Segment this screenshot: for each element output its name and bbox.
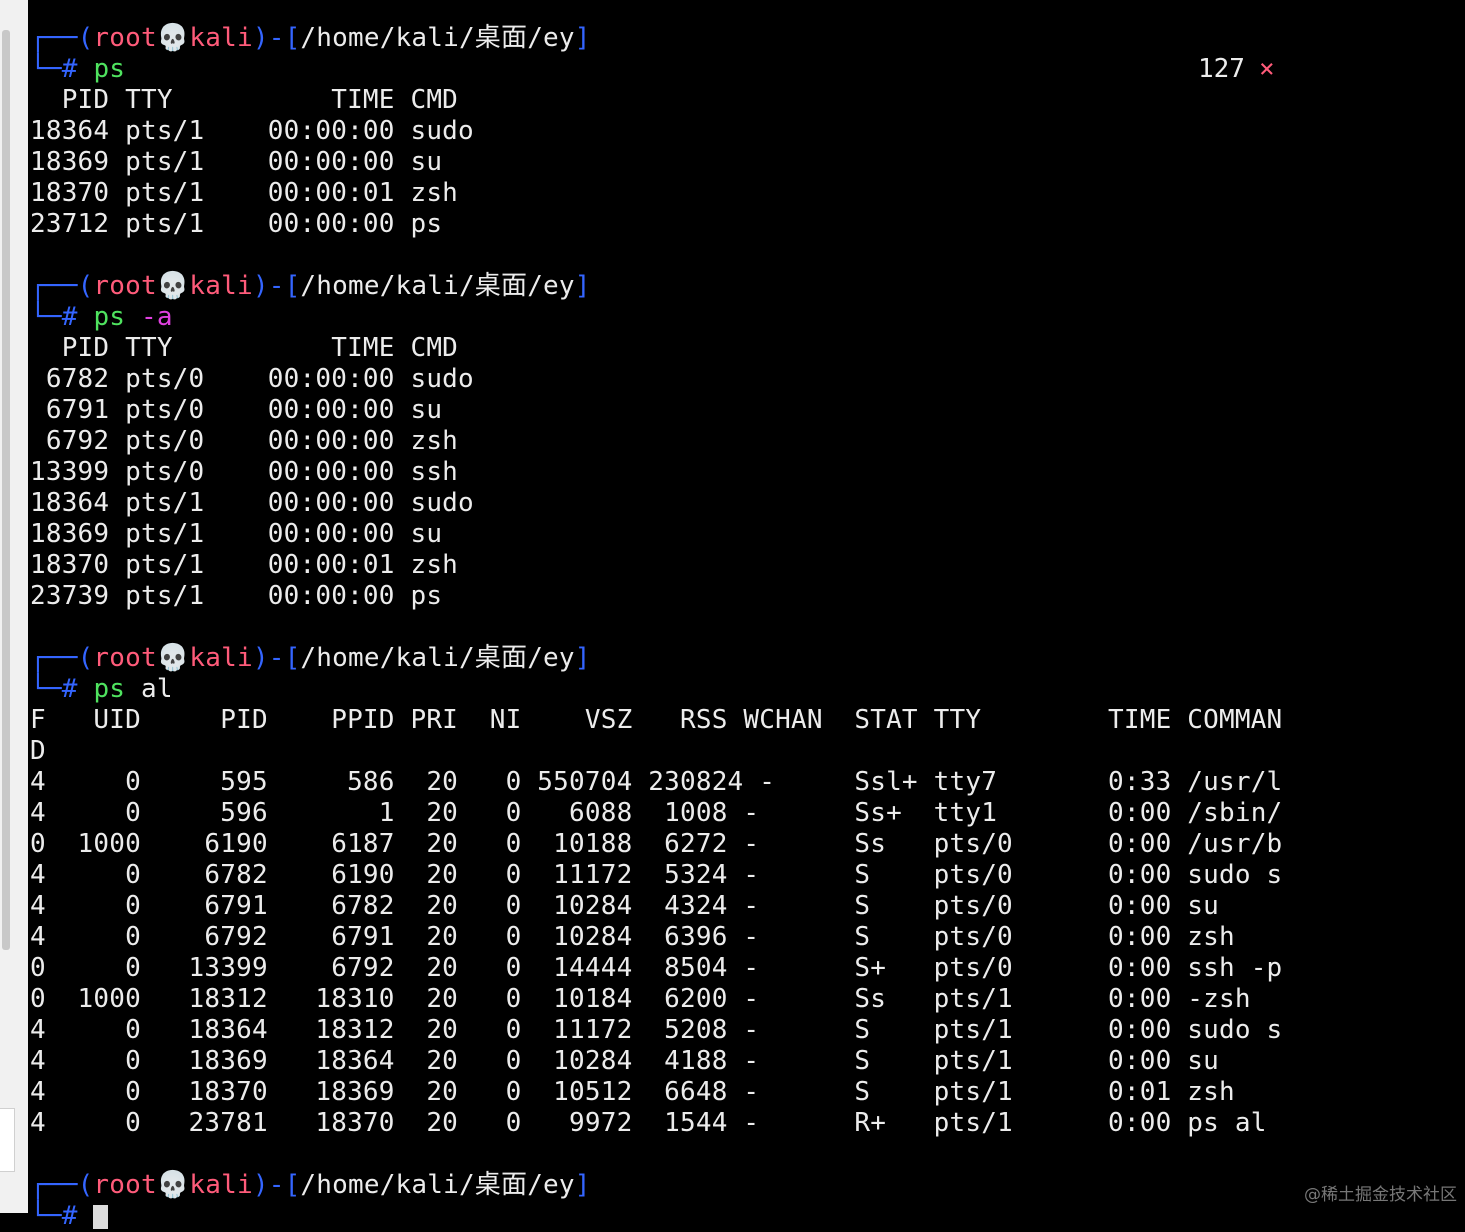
output-row: 4 0 18369 18364 20 0 10284 4188 - S pts/…	[30, 1046, 1219, 1076]
output-row: 18369 pts/1 00:00:00 su	[30, 147, 443, 177]
output-row: 23712 pts/1 00:00:00 ps	[30, 209, 443, 239]
left-scroll-area	[0, 0, 28, 1213]
output-row: 6782 pts/0 00:00:00 sudo	[30, 364, 474, 394]
output-row: 13399 pts/0 00:00:00 ssh	[30, 457, 459, 487]
prompt-paren: )	[252, 23, 269, 53]
output-row: D	[30, 736, 46, 766]
prompt-header: ┌──(root💀kali)-[/home/kali/桌面/ey]	[30, 23, 591, 54]
output-row: 4 0 595 586 20 0 550704 230824 - Ssl+ tt…	[30, 767, 1283, 797]
output-row: 18370 pts/1 00:00:01 zsh	[30, 178, 459, 208]
prompt-path: /home/kali/桌面/ey	[300, 1170, 575, 1200]
prompt-paren: (	[77, 271, 94, 301]
prompt-host: kali	[189, 271, 253, 301]
prompt-host: kali	[189, 643, 253, 673]
prompt-dash: -	[268, 23, 285, 53]
command-arg: al	[141, 674, 173, 704]
prompt-header: ┌──(root💀kali)-[/home/kali/桌面/ey]	[30, 271, 591, 302]
output-row: 18364 pts/1 00:00:00 sudo	[30, 488, 474, 518]
prompt-path: /home/kali/桌面/ey	[300, 643, 575, 673]
output-row: 18369 pts/1 00:00:00 su	[30, 519, 443, 549]
prompt-hash: #	[61, 54, 78, 84]
skull-icon: 💀	[156, 23, 190, 53]
error-x-icon: ×	[1258, 54, 1275, 84]
prompt-paren: (	[77, 23, 94, 53]
prompt-hash: #	[61, 1201, 78, 1231]
command-name: ps	[93, 54, 126, 84]
prompt-bracket: ]	[574, 271, 591, 301]
prompt-dash: -	[268, 271, 285, 301]
prompt-user: root	[93, 1170, 157, 1200]
prompt-host: kali	[189, 1170, 253, 1200]
prompt-dash: -	[268, 1170, 285, 1200]
prompt-paren: (	[77, 1170, 94, 1200]
prompt-bracket: [	[284, 1170, 301, 1200]
output-header: PID TTY TIME CMD	[30, 333, 459, 363]
output-row: 18364 pts/1 00:00:00 sudo	[30, 116, 474, 146]
prompt-header: ┌──(root💀kali)-[/home/kali/桌面/ey]	[30, 1170, 591, 1201]
prompt-hash: #	[61, 674, 78, 704]
prompt-corner: ┌──	[30, 271, 78, 301]
output-row: 4 0 18370 18369 20 0 10512 6648 - S pts/…	[30, 1077, 1235, 1107]
exit-code: 127	[1198, 54, 1245, 84]
prompt-paren: )	[252, 643, 269, 673]
output-row: 4 0 18364 18312 20 0 11172 5208 - S pts/…	[30, 1015, 1283, 1045]
prompt-user: root	[93, 23, 157, 53]
prompt-bracket: [	[284, 271, 301, 301]
prompt-corner: └─	[30, 54, 62, 84]
output-header: F UID PID PPID PRI NI VSZ RSS WCHAN STAT…	[30, 705, 1283, 735]
output-row: 6791 pts/0 00:00:00 su	[30, 395, 443, 425]
skull-icon: 💀	[156, 271, 190, 301]
prompt-user: root	[93, 643, 157, 673]
command-flag: -a	[141, 302, 173, 332]
scrollbar-bottom-control[interactable]	[0, 1108, 15, 1172]
skull-icon: 💀	[156, 643, 190, 673]
command-line: └─# ps al	[30, 674, 173, 705]
prompt-bracket: [	[284, 643, 301, 673]
prompt-corner: ┌──	[30, 643, 78, 673]
output-row: 4 0 6791 6782 20 0 10284 4324 - S pts/0 …	[30, 891, 1219, 921]
prompt-corner: └─	[30, 674, 62, 704]
output-row: 6792 pts/0 00:00:00 zsh	[30, 426, 459, 456]
prompt-dash: -	[268, 643, 285, 673]
output-row: 23739 pts/1 00:00:00 ps	[30, 581, 443, 611]
output-row: 4 0 596 1 20 0 6088 1008 - Ss+ tty1 0:00…	[30, 798, 1283, 828]
skull-icon: 💀	[156, 1170, 190, 1200]
prompt-corner: ┌──	[30, 23, 78, 53]
prompt-corner: └─	[30, 1201, 62, 1231]
output-row: 4 0 6782 6190 20 0 11172 5324 - S pts/0 …	[30, 860, 1283, 890]
prompt-bracket: ]	[574, 23, 591, 53]
prompt-paren: )	[252, 1170, 269, 1200]
output-row: 4 0 6792 6791 20 0 10284 6396 - S pts/0 …	[30, 922, 1235, 952]
command-line: └─# ps -a	[30, 302, 173, 333]
prompt-hash: #	[61, 302, 78, 332]
command-name: ps	[93, 302, 126, 332]
scrollbar-thumb[interactable]	[2, 30, 10, 950]
cursor	[93, 1204, 109, 1229]
prompt-path: /home/kali/桌面/ey	[300, 271, 575, 301]
prompt-paren: )	[252, 271, 269, 301]
prompt-corner: └─	[30, 302, 62, 332]
prompt-user: root	[93, 271, 157, 301]
terminal-window[interactable]: 127 × ┌──(root💀kali)-[/home/kali/桌面/ey] └─…	[28, 0, 1465, 1231]
output-row: 0 0 13399 6792 20 0 14444 8504 - S+ pts/…	[30, 953, 1283, 983]
prompt-header: ┌──(root💀kali)-[/home/kali/桌面/ey]	[30, 643, 591, 674]
prompt-paren: (	[77, 643, 94, 673]
prompt-host: kali	[189, 23, 253, 53]
prompt-bracket: ]	[574, 643, 591, 673]
output-header: PID TTY TIME CMD	[30, 85, 459, 115]
command-name: ps	[93, 674, 126, 704]
output-row: 18370 pts/1 00:00:01 zsh	[30, 550, 459, 580]
output-row: 0 1000 18312 18310 20 0 10184 6200 - Ss …	[30, 984, 1251, 1014]
exit-status: 127 ×	[1198, 54, 1275, 85]
prompt-path: /home/kali/桌面/ey	[300, 23, 575, 53]
prompt-bracket: [	[284, 23, 301, 53]
prompt-bracket: ]	[574, 1170, 591, 1200]
prompt-corner: ┌──	[30, 1170, 78, 1200]
command-line: └─# ps	[30, 54, 125, 85]
output-row: 4 0 23781 18370 20 0 9972 1544 - R+ pts/…	[30, 1108, 1267, 1138]
watermark: @稀土掘金技术社区	[1304, 1185, 1457, 1205]
command-line: └─#	[30, 1201, 109, 1232]
output-row: 0 1000 6190 6187 20 0 10188 6272 - Ss pt…	[30, 829, 1283, 859]
